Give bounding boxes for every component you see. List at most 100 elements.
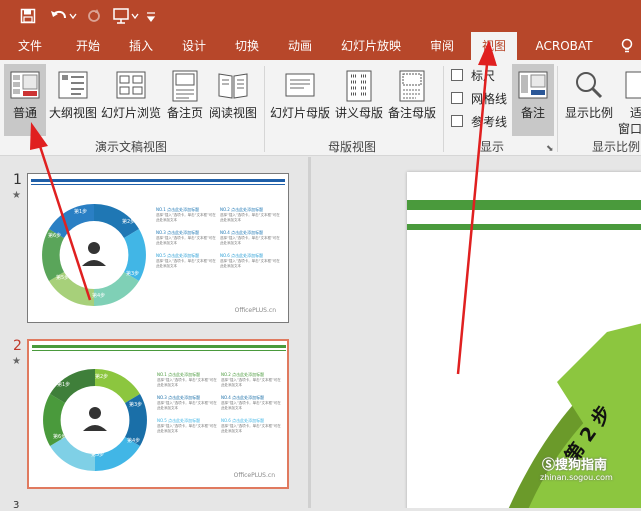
slide-master-button[interactable]: 幻灯片母版	[268, 64, 332, 136]
slide-number: 1	[13, 172, 22, 188]
item-body: 选择“插入”选项卡，单击“文本框”可在此处添加文本	[157, 401, 217, 410]
reading-view-icon	[218, 73, 248, 99]
present-from-start-icon[interactable]	[110, 4, 144, 28]
undo-icon[interactable]	[46, 4, 80, 28]
group-divider	[264, 66, 265, 152]
normal-view-label: 普通	[12, 106, 37, 120]
item-body: 选择“插入”选项卡，单击“文本框”可在此处添加文本	[156, 236, 216, 245]
slide-number: 2	[13, 338, 22, 354]
slide-master-label: 幻灯片母版	[269, 106, 330, 120]
watermark-logo-icon: Ⓢ	[542, 458, 556, 473]
guides-checkbox-box[interactable]	[451, 115, 463, 127]
ruler-checkbox-box[interactable]	[451, 69, 463, 81]
show-group-label: 显示	[480, 140, 505, 154]
step-label: 第5步	[91, 452, 105, 458]
outline-view-label: 大纲视图	[48, 106, 97, 120]
title-bar	[0, 0, 641, 32]
item-body: 选择“插入”选项卡，单击“文本框”可在此处添加文本	[220, 213, 280, 222]
outline-view-button[interactable]: 大纲视图	[48, 64, 98, 136]
reading-view-label: 阅读视图	[208, 106, 257, 120]
save-icon[interactable]	[14, 4, 42, 28]
step-label: 第6步	[53, 434, 67, 440]
slide-number: 3	[13, 500, 20, 511]
item-body: 选择“插入”选项卡，单击“文本框”可在此处添加文本	[221, 424, 281, 433]
notes-toggle-button[interactable]: 备注	[512, 64, 554, 136]
slide-top-bar	[31, 179, 285, 182]
fit-to-window-label-line2: 窗口	[618, 122, 641, 136]
item-body: 选择“插入”选项卡，单击“文本框”可在此处添加文本	[220, 236, 280, 245]
slide-sorter-button[interactable]: 幻灯片浏览	[100, 64, 162, 136]
slide-sorter-label: 幻灯片浏览	[100, 106, 161, 120]
notes-page-label: 备注页	[166, 106, 203, 120]
slide-sorter-icon	[116, 71, 146, 99]
notes-label: 备注	[520, 106, 545, 120]
item-body: 选择“插入”选项卡，单击“文本框”可在此处添加文本	[157, 378, 217, 387]
notes-page-button[interactable]: 备注页	[164, 64, 206, 136]
slide-thumbnail-2[interactable]: 第1步 第2步 第3步 第4步 第5步 第6步 NO.1 点击此处添加标题 选择“…	[27, 339, 289, 489]
notes-page-icon	[172, 70, 198, 102]
outline-view-icon	[58, 71, 88, 99]
watermark-main: 搜狗指南	[555, 458, 608, 473]
notes-master-icon	[399, 70, 425, 102]
tab-transitions[interactable]: 切换	[225, 32, 269, 60]
normal-view-icon	[10, 71, 40, 99]
item-body: 选择“插入”选项卡，单击“文本框”可在此处添加文本	[220, 259, 280, 268]
ribbon-panel: 普通 大纲视图 幻灯片浏览 备注页 阅读视图 演示文稿视图 幻灯片母版 讲义母版…	[0, 60, 641, 156]
slide-top-bar-thin	[32, 350, 286, 351]
zoom-label: 显示比例	[564, 106, 613, 120]
group-divider	[443, 66, 444, 152]
watermark-url: zhinan.sogou.com	[540, 473, 613, 482]
tab-acrobat[interactable]: ACROBAT	[530, 32, 598, 60]
presentation-views-group-label: 演示文稿视图	[95, 140, 168, 154]
tab-animations[interactable]: 动画	[278, 32, 322, 60]
slide-thumbnail-1[interactable]: 第1步 第2步 第3步 第4步 第5步 第6步 NO.1 点击此处添加标题 选择“…	[27, 173, 289, 323]
reading-view-button[interactable]: 阅读视图	[208, 64, 258, 136]
handout-master-label: 讲义母版	[334, 106, 383, 120]
lightbulb-icon[interactable]	[614, 32, 640, 60]
item-body: 选择“插入”选项卡，单击“文本框”可在此处添加文本	[221, 401, 281, 410]
ribbon-tab-bar: 文件 开始 插入 设计 切换 动画 幻灯片放映 审阅 视图 ACROBAT	[0, 32, 641, 60]
zoom-button[interactable]: 显示比例	[562, 64, 616, 136]
gridlines-label: 网格线	[471, 91, 508, 106]
guides-checkbox[interactable]: 参考线	[451, 112, 507, 130]
tab-review[interactable]: 审阅	[420, 32, 464, 60]
ruler-checkbox[interactable]: 标尺	[451, 66, 495, 84]
guides-label: 参考线	[471, 114, 508, 129]
item-body: 选择“插入”选项卡，单击“文本框”可在此处添加文本	[157, 424, 217, 433]
step-label: 第3步	[129, 402, 143, 408]
slide-top-bar	[32, 345, 286, 348]
item-body: 选择“插入”选项卡，单击“文本框”可在此处添加文本	[156, 259, 216, 268]
tab-insert[interactable]: 插入	[119, 32, 163, 60]
step-label: 第3步	[126, 271, 140, 277]
master-views-group-label: 母版视图	[328, 140, 377, 154]
step-label: 第5步	[56, 275, 70, 281]
fit-to-window-button[interactable]: 适 窗口	[618, 64, 641, 136]
ruler-label: 标尺	[471, 68, 496, 83]
redo-icon[interactable]	[82, 4, 106, 28]
step-label: 第4步	[92, 293, 106, 299]
item-body: 选择“插入”选项卡，单击“文本框”可在此处添加文本	[221, 378, 281, 387]
watermark-text: Ⓢ搜狗指南	[542, 454, 607, 473]
handout-master-icon	[346, 70, 372, 102]
group-divider	[557, 66, 558, 152]
tab-view[interactable]: 视图	[471, 32, 517, 60]
slide-footer-brand: OfficePLUS.cn	[234, 307, 276, 314]
gridlines-checkbox[interactable]: 网格线	[451, 89, 507, 107]
step-label: 第2步	[122, 219, 136, 225]
slide-top-bar-thin	[31, 184, 285, 185]
fit-to-window-label: 适	[630, 106, 641, 120]
slide-footer-brand: OfficePLUS.cn	[233, 472, 275, 479]
gridlines-checkbox-box[interactable]	[451, 92, 463, 104]
handout-master-button[interactable]: 讲义母版	[334, 64, 384, 136]
customize-qat-icon[interactable]	[144, 4, 158, 28]
tab-home[interactable]: 开始	[66, 32, 110, 60]
step-label: 第6步	[48, 233, 62, 239]
tab-slideshow[interactable]: 幻灯片放映	[336, 32, 406, 60]
notes-master-button[interactable]: 备注母版	[386, 64, 438, 136]
tab-file[interactable]: 文件	[8, 32, 52, 60]
fit-to-window-icon	[625, 71, 641, 99]
tab-design[interactable]: 设计	[172, 32, 216, 60]
step-label: 第1步	[57, 382, 71, 388]
normal-view-button[interactable]: 普通	[4, 64, 46, 136]
dialog-launcher-icon[interactable]: ⬊	[546, 144, 554, 154]
